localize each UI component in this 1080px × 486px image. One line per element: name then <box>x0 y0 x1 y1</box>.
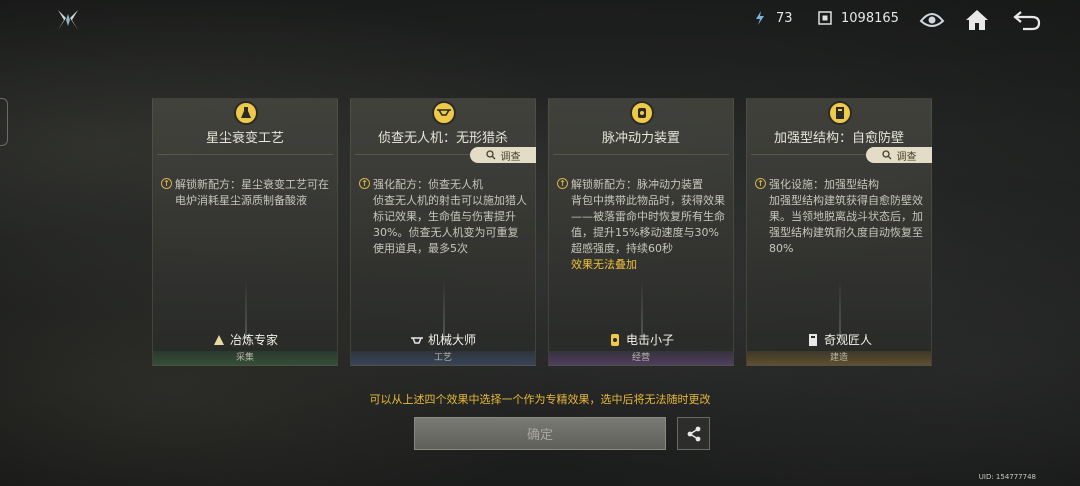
card-title: 侦查无人机：无形猎杀 <box>377 131 508 146</box>
user-id: UID: 154777748 <box>978 473 1036 481</box>
perk-card-pulse[interactable]: 脉冲动力装置 ↑ 解锁新配方：脉冲动力装置 背包中携带此物品时，获得效果——被落… <box>548 98 734 366</box>
builder-icon <box>808 333 817 346</box>
mode-button[interactable] <box>918 6 946 34</box>
search-icon <box>485 150 495 160</box>
stack-note: 效果无法叠加 <box>571 258 637 271</box>
investigate-button[interactable]: 调查 <box>470 147 536 163</box>
upgrade-icon: ↑ <box>755 178 766 189</box>
mechanic-icon <box>410 336 423 344</box>
home-button[interactable] <box>963 6 991 34</box>
smelting-icon <box>213 334 224 345</box>
share-icon <box>687 426 700 441</box>
upgrade-icon: ↑ <box>359 178 370 189</box>
energy-icon <box>756 11 764 25</box>
light-beam <box>641 279 643 339</box>
side-drawer-tab[interactable] <box>0 98 8 146</box>
category-label: 采集 <box>153 351 337 365</box>
unlock-icon: ↑ <box>557 178 568 189</box>
perk-card-drone[interactable]: 侦查无人机：无形猎杀 调查 ↑ 强化配方：侦查无人机 侦查无人机的射击可以施加猎… <box>350 98 536 366</box>
unlock-icon: ↑ <box>161 178 172 189</box>
profession-label: 冶炼专家 <box>153 331 337 348</box>
category-label: 经营 <box>549 351 733 365</box>
top-bar: 73 1098165 <box>0 0 1080 40</box>
divider <box>553 154 729 155</box>
perk-card-stardust[interactable]: 星尘衰变工艺 ↑ 解锁新配方：星尘衰变工艺可在电炉消耗星尘源质制备酸液 冶炼专家… <box>152 98 338 366</box>
back-button[interactable] <box>1013 6 1041 34</box>
mode-icon <box>919 13 945 27</box>
coin-icon <box>818 11 832 25</box>
category-label: 建造 <box>747 351 931 365</box>
selection-hint: 可以从上述四个效果中选择一个作为专精效果，选中后将无法随时更改 <box>369 393 711 406</box>
share-button[interactable] <box>677 417 710 450</box>
light-beam <box>443 279 445 339</box>
electric-icon <box>610 333 619 346</box>
profession-label: 电击小子 <box>549 331 733 348</box>
back-icon <box>1013 11 1041 31</box>
drone-icon <box>432 101 456 125</box>
card-description: ↑ 强化配方：侦查无人机 侦查无人机的射击可以施加猎人标记效果，生命值与伤害提升… <box>359 177 529 257</box>
divider <box>157 154 333 155</box>
coin-counter: 1098165 <box>817 10 899 26</box>
card-description: ↑ 解锁新配方：星尘衰变工艺可在电炉消耗星尘源质制备酸液 <box>161 177 331 209</box>
card-description: ↑ 强化设施：加强型结构 加强型结构建筑获得自愈防壁效果。当领地脱离战斗状态后，… <box>755 177 925 257</box>
card-title: 星尘衰变工艺 <box>205 131 284 146</box>
profession-label: 机械大师 <box>351 331 535 348</box>
energy-value: 73 <box>776 10 793 26</box>
structure-icon <box>828 101 852 125</box>
pulse-device-icon <box>630 101 654 125</box>
coin-value: 1098165 <box>841 10 899 26</box>
light-beam <box>839 279 841 339</box>
card-title: 脉冲动力装置 <box>601 131 680 146</box>
investigate-button[interactable]: 调查 <box>866 147 932 163</box>
confirm-button[interactable]: 确定 <box>414 417 666 450</box>
card-title: 加强型结构：自愈防壁 <box>773 131 904 146</box>
perk-card-structure[interactable]: 加强型结构：自愈防壁 调查 ↑ 强化设施：加强型结构 加强型结构建筑获得自愈防壁… <box>746 98 932 366</box>
profession-label: 奇观匠人 <box>747 331 931 348</box>
card-description: ↑ 解锁新配方：脉冲动力装置 背包中携带此物品时，获得效果——被落雷命中时恢复所… <box>557 177 727 273</box>
light-beam <box>245 279 247 339</box>
home-icon <box>966 10 988 30</box>
flask-icon <box>234 101 258 125</box>
search-icon <box>881 150 891 160</box>
category-label: 工艺 <box>351 351 535 365</box>
energy-counter: 73 <box>752 10 793 26</box>
logo-icon[interactable] <box>54 6 82 34</box>
